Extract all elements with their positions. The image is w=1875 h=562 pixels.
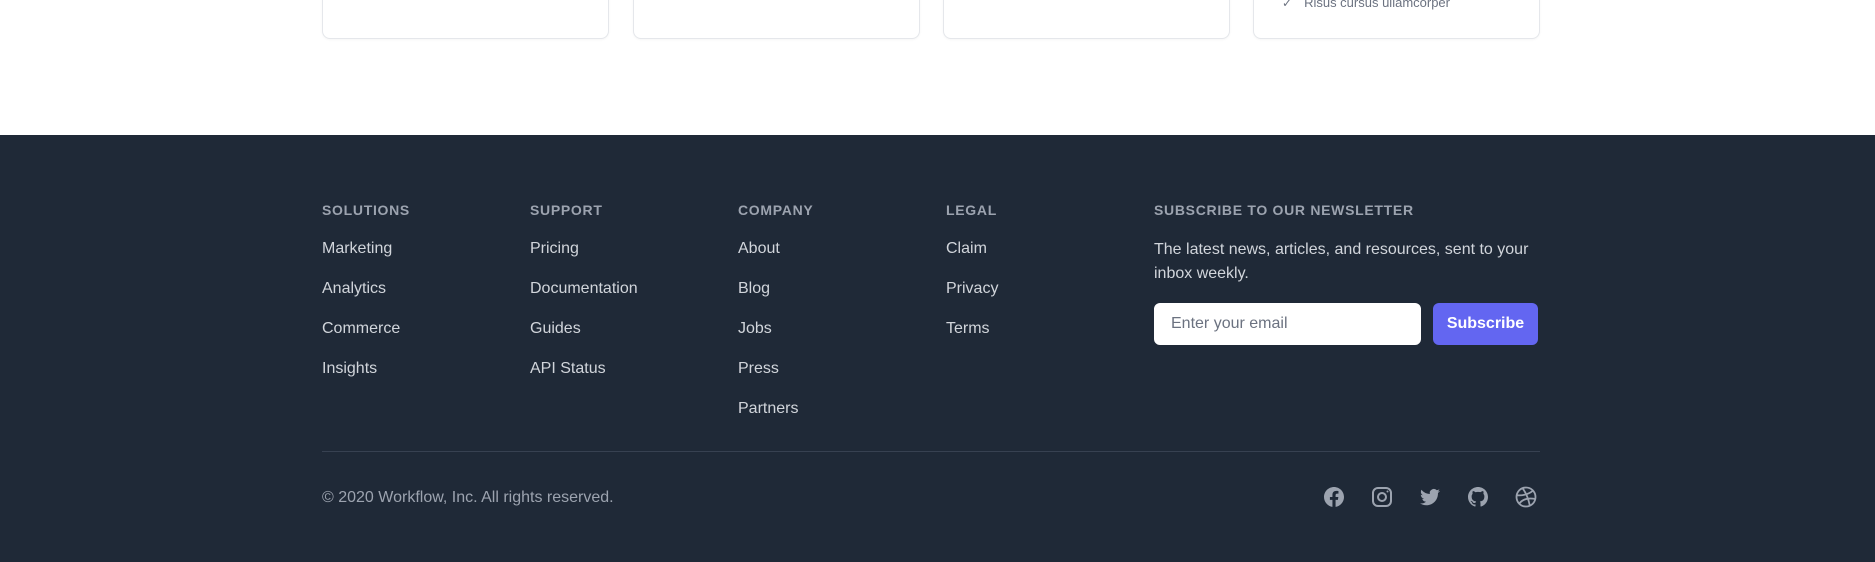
instagram-icon[interactable] bbox=[1370, 485, 1394, 509]
footer-link-press[interactable]: Press bbox=[738, 360, 779, 377]
footer-link-list: Marketing Analytics Commerce Insights bbox=[322, 238, 410, 398]
pricing-section-bottom: ✓ Risus cursus ullamcorper bbox=[0, 0, 1875, 135]
footer-column-solutions: Solutions Marketing Analytics Commerce I… bbox=[322, 200, 410, 398]
newsletter-form: Subscribe bbox=[1154, 303, 1540, 345]
site-footer: Solutions Marketing Analytics Commerce I… bbox=[0, 135, 1875, 562]
footer-link-documentation[interactable]: Documentation bbox=[530, 280, 638, 297]
email-input[interactable] bbox=[1154, 303, 1421, 345]
footer-link-list: Pricing Documentation Guides API Status bbox=[530, 238, 638, 398]
footer-link-list: Claim Privacy Terms bbox=[946, 238, 998, 358]
footer-column-heading: Solutions bbox=[322, 202, 410, 218]
copyright-text: © 2020 Workflow, Inc. All rights reserve… bbox=[322, 489, 614, 506]
footer-link-list: About Blog Jobs Press Partners bbox=[738, 238, 813, 438]
footer-link-analytics[interactable]: Analytics bbox=[322, 280, 386, 297]
pricing-card: ✓ Risus cursus ullamcorper bbox=[1253, 0, 1540, 39]
feature-item: ✓ Risus cursus ullamcorper bbox=[1282, 0, 1450, 10]
footer-link-pricing[interactable]: Pricing bbox=[530, 240, 579, 257]
social-links bbox=[1322, 485, 1538, 509]
footer-link-marketing[interactable]: Marketing bbox=[322, 240, 392, 257]
dribbble-icon[interactable] bbox=[1514, 485, 1538, 509]
subscribe-button[interactable]: Subscribe bbox=[1433, 303, 1538, 345]
newsletter-heading: Subscribe to our newsletter bbox=[1154, 202, 1414, 218]
pricing-card bbox=[633, 0, 920, 39]
footer-link-about[interactable]: About bbox=[738, 240, 780, 257]
footer-link-jobs[interactable]: Jobs bbox=[738, 320, 772, 337]
feature-label: Risus cursus ullamcorper bbox=[1304, 0, 1450, 10]
footer-link-guides[interactable]: Guides bbox=[530, 320, 581, 337]
footer-column-heading: Company bbox=[738, 202, 814, 218]
footer-link-claim[interactable]: Claim bbox=[946, 240, 987, 257]
footer-column-legal: Legal Claim Privacy Terms bbox=[946, 200, 998, 358]
newsletter-description: The latest news, articles, and resources… bbox=[1154, 241, 1529, 282]
footer-link-partners[interactable]: Partners bbox=[738, 400, 798, 417]
footer-link-api-status[interactable]: API Status bbox=[530, 360, 606, 377]
footer-link-commerce[interactable]: Commerce bbox=[322, 320, 400, 337]
footer-column-heading: Legal bbox=[946, 202, 997, 218]
footer-column-support: Support Pricing Documentation Guides API… bbox=[530, 200, 638, 398]
check-icon: ✓ bbox=[1282, 0, 1293, 10]
footer-link-blog[interactable]: Blog bbox=[738, 280, 770, 297]
pricing-card bbox=[322, 0, 609, 39]
twitter-icon[interactable] bbox=[1418, 485, 1442, 509]
github-icon[interactable] bbox=[1466, 485, 1490, 509]
facebook-icon[interactable] bbox=[1322, 485, 1346, 509]
footer-divider bbox=[322, 451, 1540, 452]
footer-link-privacy[interactable]: Privacy bbox=[946, 280, 998, 297]
footer-column-heading: Support bbox=[530, 202, 603, 218]
footer-column-company: Company About Blog Jobs Press Partners bbox=[738, 200, 813, 438]
pricing-card bbox=[943, 0, 1230, 39]
newsletter-section: Subscribe to our newsletter The latest n… bbox=[1154, 200, 1540, 345]
footer-link-terms[interactable]: Terms bbox=[946, 320, 990, 337]
footer-link-insights[interactable]: Insights bbox=[322, 360, 377, 377]
